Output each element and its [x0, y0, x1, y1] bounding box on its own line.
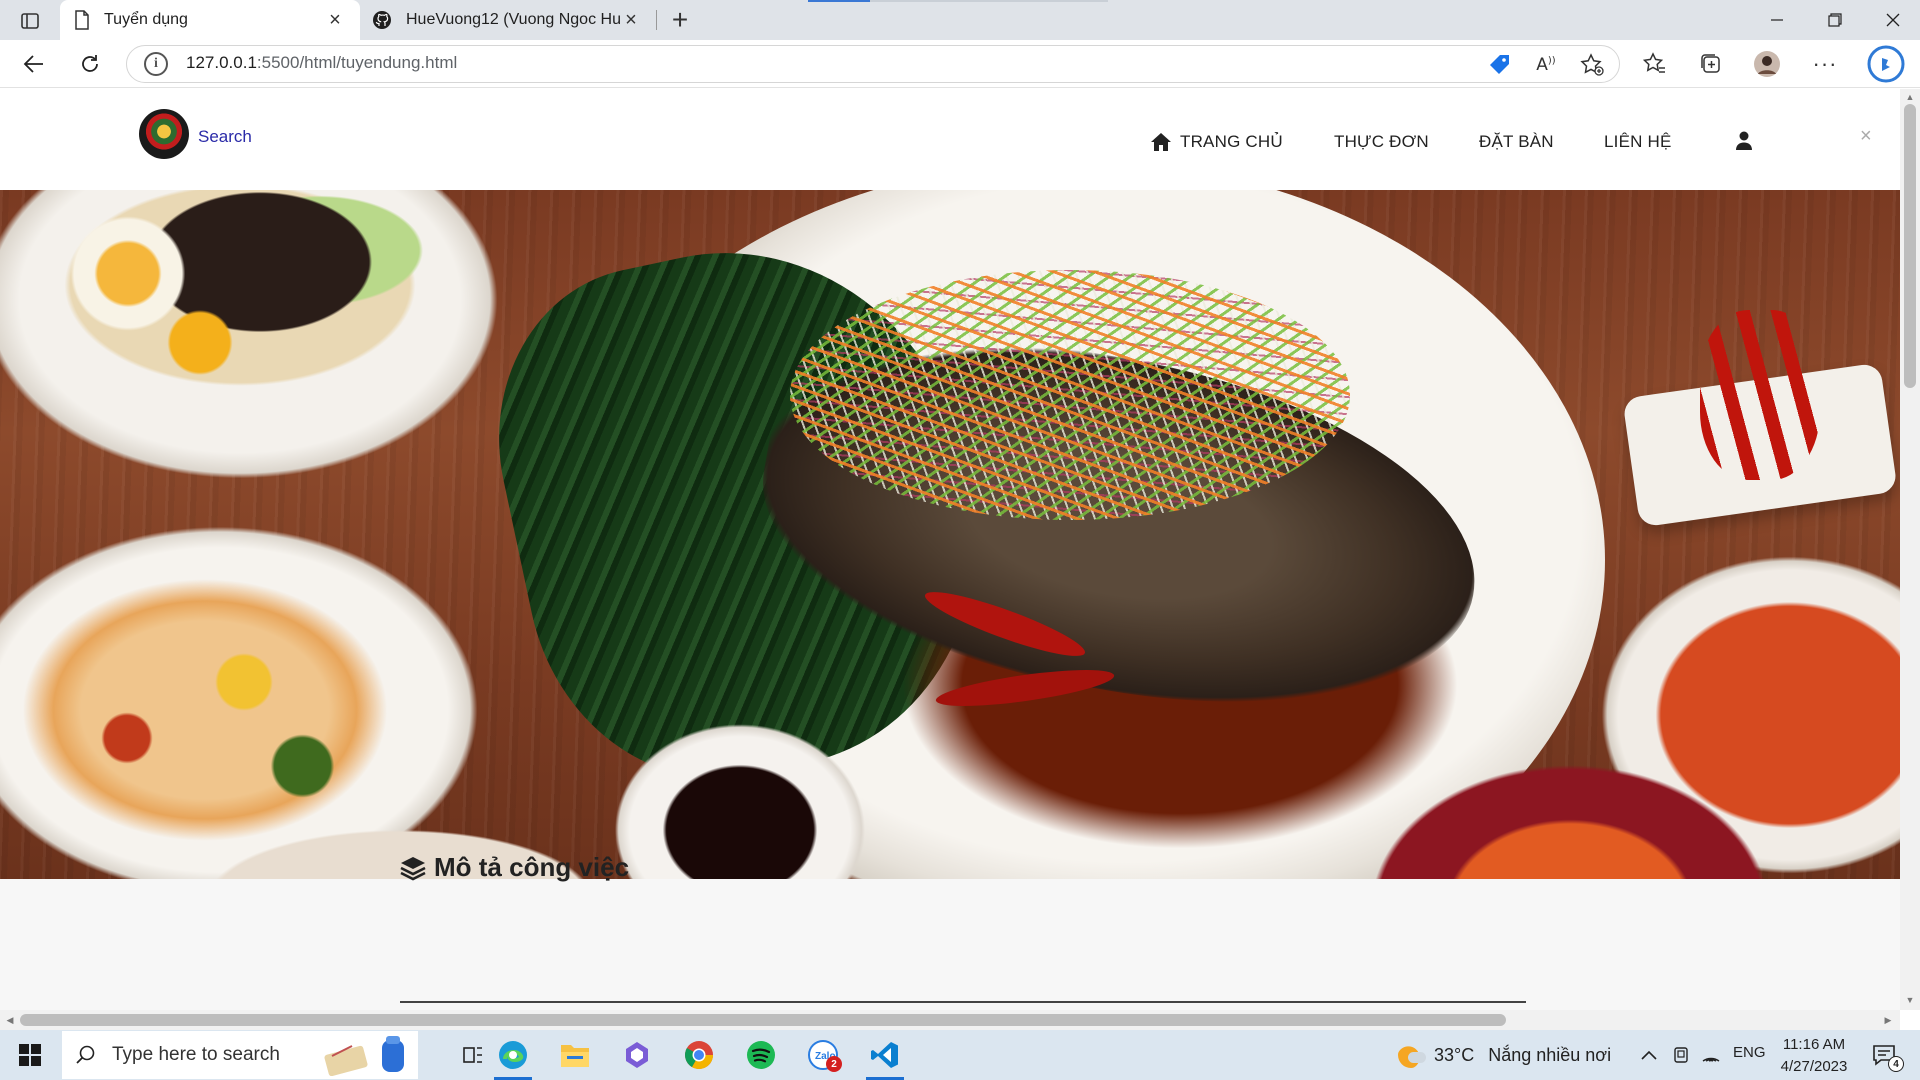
show-hidden-icons-icon[interactable] — [1636, 1040, 1662, 1070]
tab-actions-icon — [21, 13, 39, 29]
nav-label: LIÊN HỆ — [1604, 132, 1672, 151]
nav-label: ĐẶT BÀN — [1479, 132, 1554, 151]
input-language-indicator[interactable]: ENG — [1733, 1044, 1766, 1061]
scroll-up-arrow-icon[interactable]: ▲ — [1904, 91, 1916, 103]
chrome-icon — [685, 1041, 713, 1069]
wifi-icon[interactable] — [1698, 1040, 1724, 1070]
system-clock[interactable]: 11:16 AM 4/27/2023 — [1774, 1034, 1854, 1078]
section-divider — [400, 1001, 1526, 1003]
nav-trang-chu[interactable]: TRANG CHỦ — [1150, 132, 1283, 152]
nav-dat-ban[interactable]: ĐẶT BÀN — [1479, 132, 1554, 152]
tab-drag-indicator-fill — [808, 0, 870, 2]
file-explorer-icon — [561, 1045, 589, 1067]
vscode-icon — [871, 1042, 898, 1068]
device-icon[interactable] — [1668, 1040, 1694, 1070]
taskbar-zalo[interactable]: Zalo 2 — [796, 1030, 850, 1080]
arrow-left-icon — [23, 55, 43, 73]
minimize-icon — [1771, 19, 1783, 21]
profile-avatar[interactable] — [1750, 48, 1784, 80]
tab-actions-button[interactable] — [14, 8, 46, 34]
close-tab-icon[interactable]: × — [324, 9, 346, 31]
read-aloud-icon[interactable]: A)) — [1532, 51, 1560, 79]
scroll-right-arrow-icon[interactable]: ▶ — [1882, 1014, 1894, 1026]
url-path: :5500/html/tuyendung.html — [256, 53, 458, 72]
page-viewport: Search TRANG CHỦ THỰC ĐƠN ĐẶT BÀN LIÊN H… — [0, 89, 1900, 1010]
notification-count-badge: 4 — [1888, 1056, 1904, 1072]
weather-temperature: 33°C — [1434, 1044, 1475, 1065]
notification-center-button[interactable]: 4 — [1864, 1040, 1904, 1072]
scroll-left-arrow-icon[interactable]: ◀ — [4, 1014, 16, 1026]
favorites-icon[interactable] — [1638, 48, 1672, 80]
taskbar-copilot[interactable] — [610, 1030, 664, 1080]
tab-title: Tuyển dụng — [104, 11, 188, 28]
tab-tuyen-dung[interactable]: Tuyển dụng × — [60, 0, 360, 40]
collections-icon[interactable] — [1694, 48, 1728, 80]
tab-github-profile[interactable]: HueVuong12 (Vuong Ngoc Hue) × — [360, 0, 656, 40]
sweet-sour-dish-image — [10, 570, 400, 850]
clock-date: 4/27/2023 — [1780, 1058, 1848, 1075]
nav-label: THỰC ĐƠN — [1334, 132, 1429, 151]
weather-widget[interactable]: 33°C Nắng nhiều nơi — [1398, 1030, 1611, 1080]
section-title-text: Mô tả công việc — [434, 852, 630, 882]
nav-label: TRANG CHỦ — [1180, 132, 1283, 151]
site-info-icon[interactable]: i — [144, 52, 168, 76]
clock-time: 11:16 AM — [1782, 1036, 1846, 1053]
edge-icon — [499, 1041, 527, 1069]
taskbar-spotify[interactable] — [734, 1030, 788, 1080]
user-icon — [1736, 131, 1752, 150]
restaurant-logo[interactable] — [139, 109, 189, 159]
account-button[interactable] — [1735, 131, 1753, 151]
close-tab-icon[interactable]: × — [620, 9, 642, 31]
section-heading: Mô tả công việc — [400, 852, 629, 883]
github-icon — [373, 11, 391, 29]
taskbar-chrome[interactable] — [672, 1030, 726, 1080]
search-placeholder: Type here to search — [112, 1044, 280, 1065]
spotify-icon — [747, 1041, 775, 1069]
zalo-unread-badge: 2 — [826, 1056, 842, 1072]
weather-description: Nắng nhiều nơi — [1488, 1044, 1612, 1065]
taskbar-edge[interactable] — [486, 1030, 540, 1080]
coupon-tag-icon[interactable] — [1486, 51, 1514, 79]
restore-icon — [1828, 13, 1842, 27]
partly-sunny-icon — [1398, 1042, 1426, 1068]
back-button[interactable] — [16, 47, 52, 81]
nav-thuc-don[interactable]: THỰC ĐƠN — [1334, 132, 1429, 152]
add-favorite-icon[interactable] — [1578, 51, 1606, 79]
search-icon — [76, 1045, 95, 1064]
close-window-button[interactable] — [1864, 0, 1920, 40]
vegetable-garnish-image — [790, 270, 1350, 520]
home-icon — [1151, 133, 1171, 151]
minimize-button[interactable] — [1748, 0, 1806, 40]
restore-button[interactable] — [1806, 0, 1864, 40]
header-close-icon[interactable]: × — [1860, 125, 1872, 148]
url-host: 127.0.0.1 — [186, 53, 257, 72]
windows-logo-icon — [19, 1044, 41, 1066]
new-tab-button[interactable]: + — [664, 4, 696, 36]
start-button[interactable] — [0, 1030, 60, 1080]
nav-lien-he[interactable]: LIÊN HỆ — [1604, 132, 1672, 152]
taskbar-file-explorer[interactable] — [548, 1030, 602, 1080]
vertical-scroll-thumb[interactable] — [1904, 104, 1916, 388]
refresh-icon — [82, 55, 98, 72]
copilot-icon — [626, 1042, 648, 1068]
page-icon — [75, 10, 89, 30]
task-view-icon — [463, 1047, 482, 1063]
bing-chat-icon[interactable] — [1866, 44, 1906, 84]
close-icon — [1886, 13, 1900, 27]
search-highlight-art-icon — [324, 1036, 404, 1076]
red-chilies-image — [1700, 310, 1820, 480]
search-link[interactable]: Search — [198, 127, 252, 147]
layers-icon — [400, 856, 426, 880]
horizontal-scroll-thumb[interactable] — [20, 1014, 1506, 1026]
hero-food-image — [0, 190, 1900, 879]
refresh-button[interactable] — [72, 47, 108, 81]
taskbar-vscode[interactable] — [858, 1030, 912, 1080]
tab-title: HueVuong12 (Vuong Ngoc Hue) — [406, 11, 620, 28]
scroll-down-arrow-icon[interactable]: ▼ — [1904, 994, 1916, 1006]
more-options-icon[interactable]: ··· — [1808, 48, 1842, 80]
tab-separator — [656, 10, 657, 30]
url-text[interactable]: 127.0.0.1:5500/html/tuyendung.html — [186, 53, 457, 73]
